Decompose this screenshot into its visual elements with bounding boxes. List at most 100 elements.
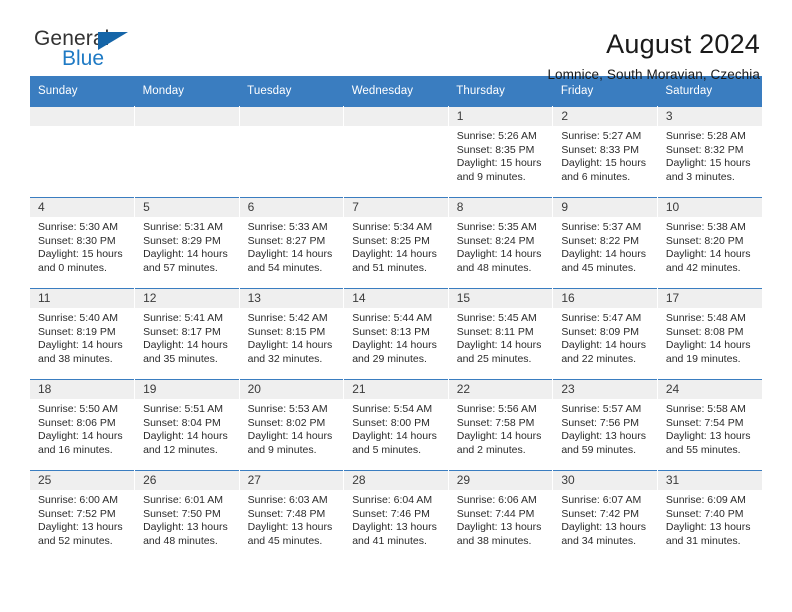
general-blue-logo[interactable]: General Blue: [30, 28, 154, 76]
calendar-week-row: 18 Sunrise: 5:50 AM Sunset: 8:06 PM Dayligh…: [30, 379, 762, 471]
calendar-day-cell[interactable]: 27 Sunrise: 6:03 AM Sunset: 7:48 PM Dayligh…: [239, 470, 345, 561]
day-details: Sunrise: 5:44 AM Sunset: 8:13 PM Daylight:…: [344, 308, 448, 366]
day-details: Sunrise: 5:56 AM Sunset: 7:58 PM Daylight:…: [449, 399, 553, 457]
calendar-day-cell[interactable]: 21 Sunrise: 5:54 AM Sunset: 8:00 PM Dayligh…: [343, 379, 449, 471]
calendar-day-cell[interactable]: 31 Sunrise: 6:09 AM Sunset: 7:40 PM Dayligh…: [657, 470, 762, 561]
calendar-day-cell[interactable]: 2 Sunrise: 5:27 AM Sunset: 8:33 PM Daylight…: [552, 106, 658, 198]
calendar-day-cell[interactable]: 11 Sunrise: 5:40 AM Sunset: 8:19 PM Dayligh…: [30, 288, 136, 380]
day-detail-line: and 51 minutes.: [352, 261, 427, 274]
calendar-day-cell[interactable]: 23 Sunrise: 5:57 AM Sunset: 7:56 PM Dayligh…: [552, 379, 658, 471]
day-cell-inner: 16 Sunrise: 5:47 AM Sunset: 8:09 PM Dayligh…: [553, 289, 657, 379]
day-number: 13: [239, 289, 344, 308]
day-detail-line: Daylight: 14 hours: [561, 248, 646, 261]
calendar-empty-cell: [239, 106, 345, 198]
calendar-day-cell[interactable]: 30 Sunrise: 6:07 AM Sunset: 7:42 PM Dayligh…: [552, 470, 658, 561]
logo-secondary-text: Blue: [62, 47, 105, 70]
day-detail-line: Sunset: 8:11 PM: [456, 325, 534, 338]
day-cell-inner: [30, 107, 135, 197]
day-cell-inner: 22 Sunrise: 5:56 AM Sunset: 7:58 PM Dayligh…: [448, 380, 553, 470]
day-number: 11: [30, 289, 135, 308]
day-number: 6: [239, 198, 344, 217]
day-number: 18: [30, 380, 135, 399]
day-detail-line: Sunrise: 6:01 AM: [143, 494, 224, 506]
day-detail-line: Daylight: 14 hours: [352, 430, 437, 443]
day-detail-line: and 29 minutes.: [352, 352, 427, 365]
page-header: General Blue August 2024 Lomnice, South …: [30, 0, 762, 83]
day-detail-line: Daylight: 15 hours: [665, 157, 751, 170]
day-detail-line: Sunrise: 5:47 AM: [561, 312, 642, 324]
calendar-day-cell[interactable]: 15 Sunrise: 5:45 AM Sunset: 8:11 PM Dayligh…: [448, 288, 554, 380]
day-details: Sunrise: 6:01 AM Sunset: 7:50 PM Daylight:…: [135, 490, 239, 548]
calendar-day-cell[interactable]: 22 Sunrise: 5:56 AM Sunset: 7:58 PM Dayligh…: [448, 379, 554, 471]
day-detail-line: Sunset: 8:09 PM: [561, 325, 639, 338]
day-detail-line: Sunrise: 5:37 AM: [561, 221, 642, 233]
day-detail-line: Daylight: 13 hours: [143, 521, 228, 534]
day-number: [239, 107, 344, 126]
calendar-day-cell[interactable]: 29 Sunrise: 6:06 AM Sunset: 7:44 PM Dayligh…: [448, 470, 554, 561]
calendar-day-cell[interactable]: 20 Sunrise: 5:53 AM Sunset: 8:02 PM Dayligh…: [239, 379, 345, 471]
calendar-week-row: 25 Sunrise: 6:00 AM Sunset: 7:52 PM Dayligh…: [30, 470, 762, 561]
day-detail-line: Sunrise: 5:50 AM: [38, 403, 118, 415]
calendar-day-cell[interactable]: 18 Sunrise: 5:50 AM Sunset: 8:06 PM Dayligh…: [30, 379, 136, 471]
day-detail-line: Daylight: 15 hours: [38, 248, 123, 261]
day-details: Sunrise: 6:03 AM Sunset: 7:48 PM Daylight:…: [240, 490, 344, 548]
day-cell-inner: 23 Sunrise: 5:57 AM Sunset: 7:56 PM Dayligh…: [553, 380, 657, 470]
day-cell-inner: [135, 107, 239, 197]
calendar-empty-cell: [134, 106, 240, 198]
calendar-day-cell[interactable]: 25 Sunrise: 6:00 AM Sunset: 7:52 PM Dayligh…: [30, 470, 136, 561]
calendar-day-cell[interactable]: 9 Sunrise: 5:37 AM Sunset: 8:22 PM Daylight…: [552, 197, 658, 289]
day-number: 26: [135, 471, 239, 490]
day-detail-line: Daylight: 14 hours: [143, 339, 228, 352]
day-cell-inner: 11 Sunrise: 5:40 AM Sunset: 8:19 PM Dayligh…: [30, 289, 135, 379]
calendar-day-cell[interactable]: 1 Sunrise: 5:26 AM Sunset: 8:35 PM Daylight…: [448, 106, 554, 198]
day-detail-line: and 42 minutes.: [665, 261, 741, 274]
calendar-day-cell[interactable]: 7 Sunrise: 5:34 AM Sunset: 8:25 PM Daylight…: [343, 197, 449, 289]
day-details: Sunrise: 5:38 AM Sunset: 8:20 PM Daylight:…: [658, 217, 762, 275]
calendar-day-cell[interactable]: 26 Sunrise: 6:01 AM Sunset: 7:50 PM Dayligh…: [134, 470, 240, 561]
day-detail-line: Sunrise: 5:58 AM: [665, 403, 746, 415]
day-detail-line: and 45 minutes.: [247, 534, 323, 547]
calendar-day-cell[interactable]: 13 Sunrise: 5:42 AM Sunset: 8:15 PM Dayligh…: [239, 288, 345, 380]
weekday-header-sunday: Sunday: [30, 76, 135, 107]
calendar-day-cell[interactable]: 19 Sunrise: 5:51 AM Sunset: 8:04 PM Dayligh…: [134, 379, 240, 471]
day-number: 24: [657, 380, 762, 399]
day-cell-inner: 29 Sunrise: 6:06 AM Sunset: 7:44 PM Dayligh…: [448, 471, 553, 561]
calendar-day-cell[interactable]: 5 Sunrise: 5:31 AM Sunset: 8:29 PM Daylight…: [134, 197, 240, 289]
day-detail-line: Sunset: 7:56 PM: [561, 416, 639, 429]
day-number: 3: [657, 107, 762, 126]
calendar-day-cell[interactable]: 17 Sunrise: 5:48 AM Sunset: 8:08 PM Dayligh…: [657, 288, 762, 380]
day-number: 14: [344, 289, 448, 308]
day-detail-line: and 32 minutes.: [247, 352, 323, 365]
day-detail-line: Daylight: 14 hours: [352, 248, 437, 261]
calendar-week-row: 1 Sunrise: 5:26 AM Sunset: 8:35 PM Daylight…: [30, 106, 762, 198]
calendar-day-cell[interactable]: 6 Sunrise: 5:33 AM Sunset: 8:27 PM Daylight…: [239, 197, 345, 289]
day-detail-line: Sunset: 8:32 PM: [665, 143, 744, 156]
calendar-day-cell[interactable]: 3 Sunrise: 5:28 AM Sunset: 8:32 PM Daylight…: [657, 106, 762, 198]
day-detail-line: Sunrise: 5:40 AM: [38, 312, 118, 324]
calendar-day-cell[interactable]: 24 Sunrise: 5:58 AM Sunset: 7:54 PM Dayligh…: [657, 379, 762, 471]
calendar-day-cell[interactable]: 4 Sunrise: 5:30 AM Sunset: 8:30 PM Daylight…: [30, 197, 136, 289]
day-detail-line: Sunrise: 5:53 AM: [247, 403, 328, 415]
day-detail-line: Sunset: 8:02 PM: [247, 416, 326, 429]
day-cell-inner: 28 Sunrise: 6:04 AM Sunset: 7:46 PM Dayligh…: [344, 471, 448, 561]
day-details: Sunrise: 6:09 AM Sunset: 7:40 PM Daylight:…: [658, 490, 762, 548]
day-detail-line: Sunset: 8:15 PM: [247, 325, 326, 338]
day-detail-line: and 57 minutes.: [143, 261, 218, 274]
day-cell-inner: [344, 107, 448, 197]
day-details: Sunrise: 5:33 AM Sunset: 8:27 PM Daylight:…: [240, 217, 344, 275]
calendar-day-cell[interactable]: 10 Sunrise: 5:38 AM Sunset: 8:20 PM Dayligh…: [657, 197, 762, 289]
day-detail-line: Daylight: 14 hours: [143, 248, 228, 261]
day-detail-line: and 34 minutes.: [561, 534, 637, 547]
day-cell-inner: [239, 107, 344, 197]
calendar-day-cell[interactable]: 16 Sunrise: 5:47 AM Sunset: 8:09 PM Dayligh…: [552, 288, 658, 380]
day-cell-inner: 4 Sunrise: 5:30 AM Sunset: 8:30 PM Daylight…: [30, 198, 135, 288]
weekday-header-thursday: Thursday: [448, 76, 553, 107]
calendar-day-cell[interactable]: 14 Sunrise: 5:44 AM Sunset: 8:13 PM Dayligh…: [343, 288, 449, 380]
day-number: 28: [344, 471, 448, 490]
calendar-body: 1 Sunrise: 5:26 AM Sunset: 8:35 PM Daylight…: [30, 106, 762, 561]
day-detail-line: and 48 minutes.: [143, 534, 218, 547]
calendar-day-cell[interactable]: 8 Sunrise: 5:35 AM Sunset: 8:24 PM Daylight…: [448, 197, 554, 289]
calendar-day-cell[interactable]: 12 Sunrise: 5:41 AM Sunset: 8:17 PM Dayligh…: [134, 288, 240, 380]
calendar-day-cell[interactable]: 28 Sunrise: 6:04 AM Sunset: 7:46 PM Dayligh…: [343, 470, 449, 561]
day-detail-line: Sunrise: 5:28 AM: [665, 130, 746, 142]
